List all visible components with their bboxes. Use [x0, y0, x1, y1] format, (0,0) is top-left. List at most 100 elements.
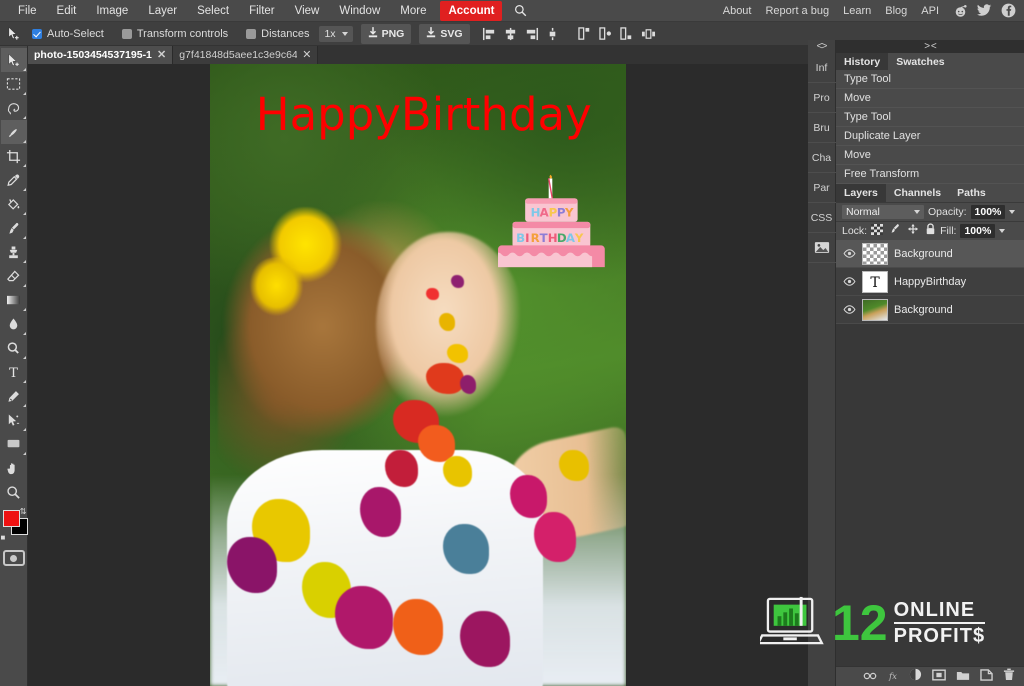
lock-transparency-icon[interactable]: [871, 222, 884, 240]
rail-item-info[interactable]: Inf: [807, 53, 836, 83]
adjustment-layer-icon[interactable]: [909, 668, 922, 686]
canvas-workspace[interactable]: HappyBirthday H A P P Y B I R T H D A Y: [28, 64, 808, 686]
close-icon[interactable]: ✕: [157, 50, 166, 61]
menu-item-view[interactable]: View: [285, 1, 330, 21]
layer-row[interactable]: Background: [836, 296, 1024, 324]
menu-item-image[interactable]: Image: [86, 1, 138, 21]
menu-item-file[interactable]: File: [8, 1, 47, 21]
layer-mask-icon[interactable]: [932, 668, 946, 686]
menu-item-select[interactable]: Select: [187, 1, 239, 21]
screenshot-tool-icon[interactable]: [2, 550, 25, 566]
new-group-icon[interactable]: [956, 668, 970, 686]
path-selection-tool[interactable]: [1, 408, 27, 432]
reddit-icon[interactable]: [953, 3, 968, 18]
menu-item-layer[interactable]: Layer: [138, 1, 187, 21]
gradient-tool[interactable]: [1, 288, 27, 312]
export-png-button[interactable]: PNG: [360, 23, 412, 44]
blur-tool[interactable]: [1, 312, 27, 336]
menu-item-api[interactable]: API: [914, 1, 946, 21]
rail-collapse-button[interactable]: <>: [817, 40, 828, 53]
menu-item-window[interactable]: Window: [329, 1, 390, 21]
hand-tool[interactable]: [1, 456, 27, 480]
menu-item-blog[interactable]: Blog: [878, 1, 914, 21]
blend-mode-select[interactable]: Normal: [842, 205, 924, 219]
default-colors-icon[interactable]: ■: [1, 533, 6, 542]
transform-controls-checkbox[interactable]: Transform controls: [121, 28, 228, 40]
align-center-horizontal-icon[interactable]: [503, 27, 518, 41]
history-item[interactable]: Move: [836, 89, 1024, 108]
document-canvas[interactable]: HappyBirthday H A P P Y B I R T H D A Y: [210, 64, 626, 686]
menu-item-account[interactable]: Account: [440, 0, 503, 21]
layer-thumbnail-text[interactable]: T: [862, 270, 888, 293]
history-item[interactable]: Move: [836, 146, 1024, 165]
rail-item-character[interactable]: Cha: [807, 143, 836, 173]
distances-checkbox[interactable]: Distances: [246, 28, 309, 40]
panel-collapse-button[interactable]: > <: [836, 40, 1024, 53]
tab-layers[interactable]: Layers: [836, 184, 886, 202]
new-layer-icon[interactable]: [980, 668, 993, 686]
tab-channels[interactable]: Channels: [886, 184, 949, 202]
eye-icon[interactable]: [842, 277, 856, 286]
history-item[interactable]: Free Transform: [836, 165, 1024, 184]
menu-item-more[interactable]: More: [390, 1, 436, 21]
rail-item-paragraph[interactable]: Par: [807, 173, 836, 203]
history-item[interactable]: Duplicate Layer: [836, 127, 1024, 146]
fill-chevron-down-icon[interactable]: [999, 229, 1006, 233]
menu-item-about[interactable]: About: [716, 1, 759, 21]
align-left-icon[interactable]: [482, 27, 497, 41]
type-tool[interactable]: T: [1, 360, 27, 384]
birthday-cake-sticker[interactable]: H A P P Y B I R T H D A Y: [489, 173, 614, 273]
facebook-icon[interactable]: [1001, 3, 1016, 18]
crop-tool[interactable]: [1, 144, 27, 168]
transform-controls-box[interactable]: [121, 28, 132, 39]
rectangular-marquee-tool[interactable]: [1, 72, 27, 96]
history-item[interactable]: Type Tool: [836, 108, 1024, 127]
zoom-tool[interactable]: [1, 480, 27, 504]
align-top-icon[interactable]: [577, 26, 593, 41]
layer-thumbnail[interactable]: [862, 242, 888, 265]
distances-box[interactable]: [246, 28, 257, 39]
color-swatches[interactable]: ⇅ ■: [1, 507, 28, 542]
distribute-horizontal-icon[interactable]: [545, 27, 560, 41]
pen-tool[interactable]: [1, 384, 27, 408]
move-tool[interactable]: [0, 48, 27, 72]
tab-paths[interactable]: Paths: [949, 184, 994, 202]
lock-position-icon[interactable]: [907, 222, 919, 240]
lasso-tool[interactable]: [1, 96, 27, 120]
layer-style-icon[interactable]: fx: [887, 668, 899, 686]
eraser-tool[interactable]: [1, 264, 27, 288]
clone-stamp-tool[interactable]: [1, 240, 27, 264]
image-icon[interactable]: [807, 233, 836, 263]
twitter-icon[interactable]: [977, 3, 992, 18]
eye-icon[interactable]: [842, 249, 856, 258]
history-item[interactable]: Type Tool: [836, 70, 1024, 89]
rail-item-brushes[interactable]: Bru: [807, 113, 836, 143]
auto-select-box[interactable]: [32, 28, 42, 39]
distribute-vertical-icon[interactable]: [641, 27, 656, 41]
lock-image-icon[interactable]: [889, 222, 901, 240]
align-bottom-icon[interactable]: [619, 26, 635, 41]
menu-item-filter[interactable]: Filter: [239, 1, 285, 21]
menu-item-learn[interactable]: Learn: [836, 1, 878, 21]
tab-history[interactable]: History: [836, 53, 889, 70]
shape-tool[interactable]: [1, 432, 27, 456]
eye-icon[interactable]: [842, 305, 856, 314]
layer-thumbnail-photo[interactable]: [862, 298, 888, 321]
link-layers-icon[interactable]: [863, 668, 877, 686]
brush-tool[interactable]: [1, 216, 27, 240]
opacity-chevron-down-icon[interactable]: [1009, 210, 1016, 214]
swap-colors-icon[interactable]: ⇅: [20, 507, 27, 516]
paint-bucket-tool[interactable]: [1, 192, 27, 216]
tab-swatches[interactable]: Swatches: [888, 53, 952, 70]
rail-item-properties[interactable]: Pro: [807, 83, 836, 113]
rail-item-css[interactable]: CSS: [807, 203, 836, 233]
lock-all-icon[interactable]: [925, 222, 936, 240]
document-tab-1[interactable]: photo-1503454537195-1dc ✕: [28, 46, 174, 64]
magic-wand-tool[interactable]: [0, 120, 27, 144]
happy-birthday-text-layer[interactable]: HappyBirthday: [256, 92, 592, 137]
foreground-color-swatch[interactable]: [2, 510, 20, 527]
align-right-icon[interactable]: [524, 27, 539, 41]
delete-layer-icon[interactable]: [1003, 668, 1015, 686]
menu-item-report-a-bug[interactable]: Report a bug: [758, 1, 836, 21]
zoom-level-select[interactable]: 1x: [319, 25, 353, 42]
